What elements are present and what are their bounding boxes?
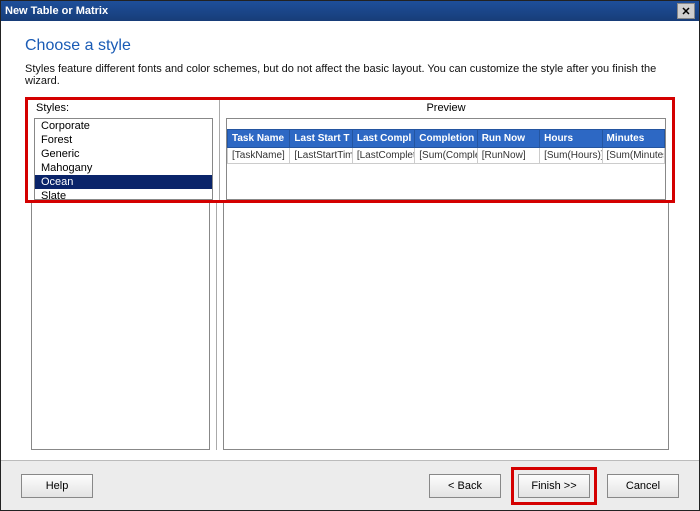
- nav-button-group: < Back Finish >> Cancel: [429, 467, 679, 505]
- preview-header-row: Task Name Last Start T Last Compl Comple…: [228, 130, 665, 148]
- cell-task-name: [TaskName]: [228, 148, 290, 164]
- titlebar: New Table or Matrix ✕: [1, 1, 699, 21]
- preview-column-lower: [217, 203, 675, 450]
- col-hours: Hours: [540, 130, 602, 148]
- wizard-window: New Table or Matrix ✕ Choose a style Sty…: [0, 0, 700, 511]
- style-item-mahogany[interactable]: Mahogany: [35, 161, 212, 175]
- styles-listbox[interactable]: Corporate Forest Generic Mahogany Ocean …: [34, 118, 213, 200]
- button-bar: Help < Back Finish >> Cancel: [1, 460, 699, 510]
- page-description: Styles feature different fonts and color…: [25, 63, 675, 87]
- col-last-start: Last Start T: [290, 130, 352, 148]
- col-task-name: Task Name: [228, 130, 290, 148]
- preview-box: Task Name Last Start T Last Compl Comple…: [226, 118, 666, 200]
- cell-run-now: [RunNow]: [477, 148, 539, 164]
- cell-completion: [Sum(Completio: [415, 148, 477, 164]
- preview-table: Task Name Last Start T Last Compl Comple…: [227, 129, 665, 164]
- window-title: New Table or Matrix: [5, 5, 677, 17]
- style-item-forest[interactable]: Forest: [35, 133, 212, 147]
- cell-last-compl: [LastCompletion: [352, 148, 414, 164]
- col-minutes: Minutes: [602, 130, 664, 148]
- styles-column: Styles: Corporate Forest Generic Mahogan…: [28, 100, 220, 200]
- styles-listbox-lower: [31, 203, 210, 450]
- cell-hours: [Sum(Hours)]: [540, 148, 602, 164]
- col-run-now: Run Now: [477, 130, 539, 148]
- cell-minutes: [Sum(Minutes)]: [602, 148, 664, 164]
- style-item-corporate[interactable]: Corporate: [35, 119, 212, 133]
- preview-column: Preview Task Name Last Start T Last Comp…: [220, 100, 672, 200]
- preview-box-lower: [223, 203, 669, 450]
- cancel-button[interactable]: Cancel: [607, 474, 679, 498]
- style-item-generic[interactable]: Generic: [35, 147, 212, 161]
- content-area: Choose a style Styles feature different …: [1, 21, 699, 460]
- lower-body: [25, 203, 675, 450]
- col-last-compl: Last Compl: [352, 130, 414, 148]
- finish-highlight: Finish >>: [511, 467, 597, 505]
- col-completion: Completion: [415, 130, 477, 148]
- help-button[interactable]: Help: [21, 474, 93, 498]
- styles-column-lower: [25, 203, 217, 450]
- styles-label: Styles:: [28, 100, 219, 116]
- preview-data-row: [TaskName] [LastStartTime] [LastCompleti…: [228, 148, 665, 164]
- style-item-ocean[interactable]: Ocean: [35, 175, 212, 189]
- page-heading: Choose a style: [25, 37, 675, 55]
- finish-button[interactable]: Finish >>: [518, 474, 590, 498]
- cell-last-start: [LastStartTime]: [290, 148, 352, 164]
- preview-label: Preview: [220, 100, 672, 116]
- back-button[interactable]: < Back: [429, 474, 501, 498]
- close-icon[interactable]: ✕: [677, 3, 695, 19]
- style-item-slate[interactable]: Slate: [35, 189, 212, 200]
- style-selection-highlight: Styles: Corporate Forest Generic Mahogan…: [25, 97, 675, 203]
